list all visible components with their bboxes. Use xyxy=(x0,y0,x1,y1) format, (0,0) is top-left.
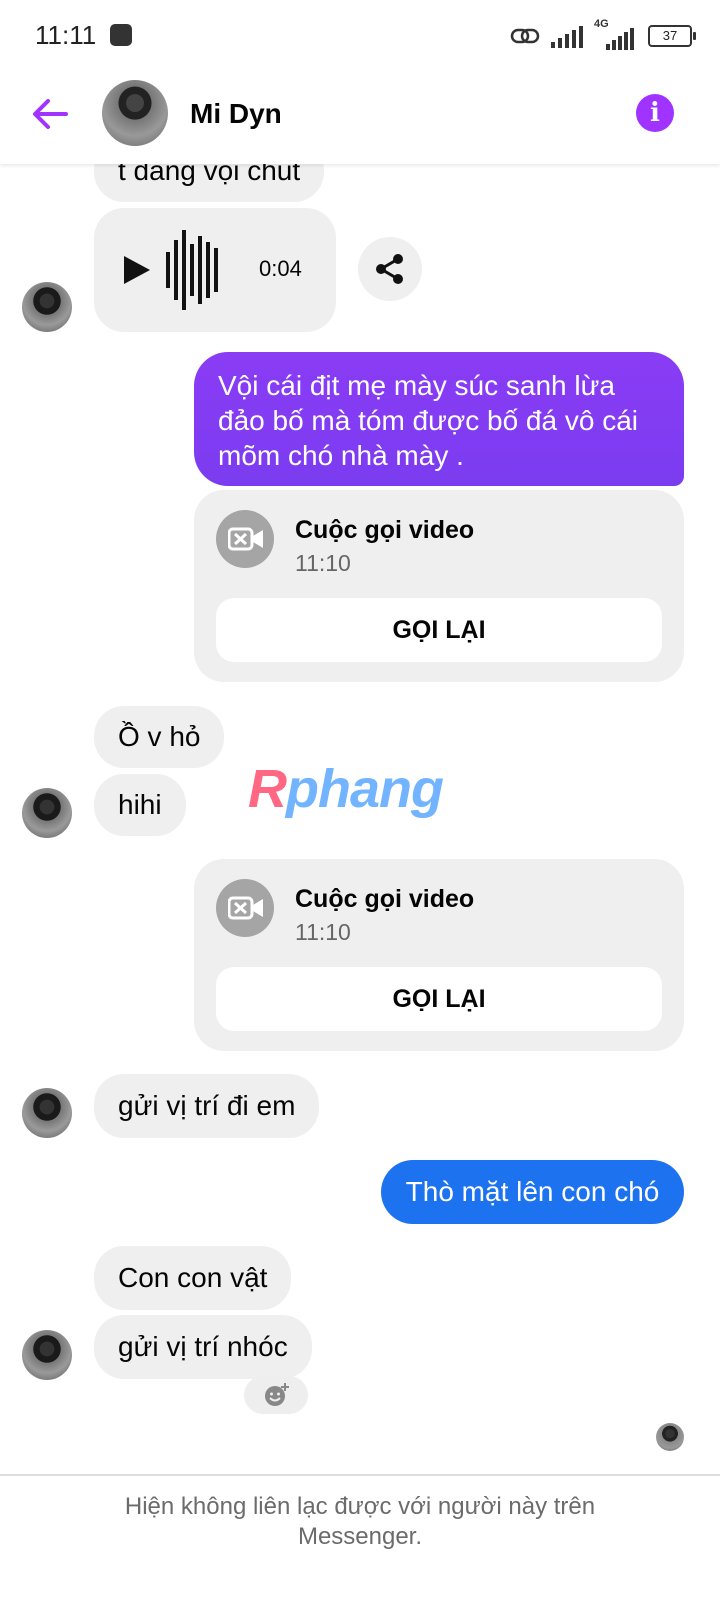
link-icon xyxy=(510,28,540,44)
message-text: Ồ v hỏ xyxy=(118,721,201,752)
info-icon[interactable]: i xyxy=(636,94,674,132)
incoming-message[interactable]: Con con vật xyxy=(94,1246,292,1310)
unavailable-notice: Hiện không liên lạc được với người này t… xyxy=(124,1493,596,1550)
sender-avatar[interactable] xyxy=(22,788,72,838)
incoming-message[interactable]: gửi vị trí đi em xyxy=(94,1074,320,1138)
waveform-icon xyxy=(166,230,218,310)
status-time: 11:11 xyxy=(35,20,97,50)
share-button[interactable] xyxy=(358,237,422,301)
status-icons: 4G 37 xyxy=(510,18,696,52)
watermark-logo: Rphang xyxy=(248,758,444,820)
watermark-first-letter: R xyxy=(248,759,287,819)
voice-message[interactable]: 0:04 xyxy=(94,208,336,332)
divider xyxy=(0,1474,720,1476)
share-icon xyxy=(376,254,403,284)
contact-name[interactable]: Mi Dyn xyxy=(190,98,282,130)
call-title: Cuộc gọi video xyxy=(295,885,475,913)
battery-icon: 37 xyxy=(648,25,696,47)
sender-avatar[interactable] xyxy=(22,282,72,332)
watermark-rest: phang xyxy=(286,759,444,819)
missed-video-call-icon xyxy=(216,879,274,937)
add-reaction-button[interactable] xyxy=(244,1376,308,1414)
chat-header: Mi Dyn i xyxy=(0,72,720,164)
incoming-message[interactable]: Ồ v hỏ xyxy=(94,706,225,768)
incoming-message[interactable]: hihi xyxy=(94,774,186,836)
add-reaction-icon xyxy=(265,1383,289,1406)
message-text: Thò mặt lên con chó xyxy=(405,1176,660,1207)
call-title: Cuộc gọi video xyxy=(295,516,475,544)
outgoing-message[interactable]: Vội cái địt mẹ mày súc sanh lừa đảo bố m… xyxy=(194,352,684,486)
call-time: 11:10 xyxy=(295,919,351,945)
call-time: 11:10 xyxy=(295,550,351,576)
message-text: gửi vị trí nhóc xyxy=(118,1331,288,1362)
missed-video-call-icon xyxy=(216,510,274,568)
signal-icon xyxy=(551,26,583,48)
seen-indicator-avatar xyxy=(656,1423,684,1451)
call-back-button[interactable]: GỌI LẠI xyxy=(216,598,662,662)
sender-avatar[interactable] xyxy=(22,1088,72,1138)
message-text: Vội cái địt mẹ mày súc sanh lừa đảo bố m… xyxy=(218,370,638,471)
video-call-card: Cuộc gọi video 11:10 GỌI LẠI xyxy=(194,859,684,1051)
message-text: gửi vị trí đi em xyxy=(118,1090,296,1121)
incoming-message[interactable]: gửi vị trí nhóc xyxy=(94,1315,312,1379)
notification-icon xyxy=(110,24,132,46)
contact-avatar[interactable] xyxy=(102,80,168,146)
message-text: Con con vật xyxy=(118,1262,268,1293)
signal-4g-icon: 4G xyxy=(594,18,638,50)
outgoing-message[interactable]: Thò mặt lên con chó xyxy=(381,1160,684,1224)
message-text: hihi xyxy=(118,789,162,820)
voice-duration: 0:04 xyxy=(259,256,302,281)
play-icon[interactable] xyxy=(122,254,152,286)
sender-avatar[interactable] xyxy=(22,1330,72,1380)
call-back-button[interactable]: GỌI LẠI xyxy=(216,967,662,1031)
video-call-card: Cuộc gọi video 11:10 GỌI LẠI xyxy=(194,490,684,682)
status-bar: 11:11 4G 37 xyxy=(0,0,720,72)
back-arrow-icon[interactable] xyxy=(30,94,70,134)
